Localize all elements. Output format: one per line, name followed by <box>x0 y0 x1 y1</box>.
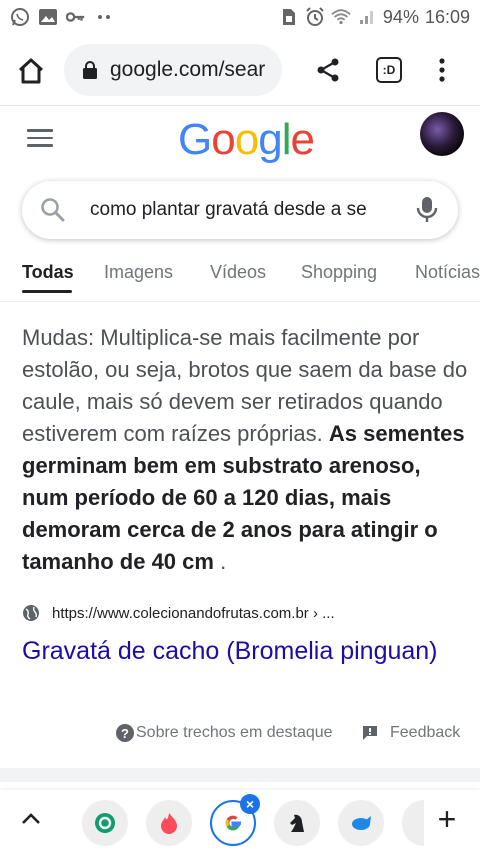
hamburger-menu-icon[interactable] <box>27 129 53 149</box>
new-tab-button[interactable]: + <box>432 803 462 835</box>
signal-icon <box>357 7 377 27</box>
search-box[interactable]: como plantar gravatá desde a se <box>22 181 458 239</box>
whatsapp-icon <box>10 7 30 27</box>
account-avatar[interactable] <box>420 112 464 156</box>
tab-switcher-button[interactable]: :D <box>371 52 407 88</box>
tab-chess[interactable] <box>274 800 320 846</box>
snippet-tail: . <box>220 549 227 574</box>
battery-level: 94% <box>382 6 419 27</box>
result-title-link[interactable]: Gravatá de cacho (Bromelia pinguan) <box>22 634 442 668</box>
url-text: google.com/sear <box>110 58 266 81</box>
more-dots-icon <box>94 7 114 27</box>
section-divider <box>0 768 480 782</box>
logo-letter: o <box>211 115 236 164</box>
browser-toolbar: google.com/sear :D <box>0 34 480 106</box>
help-icon: ? <box>116 724 134 742</box>
browser-menu-button[interactable] <box>424 52 460 88</box>
kebab-menu-icon <box>439 58 445 82</box>
sim-icon <box>279 7 299 27</box>
logo-letter: G <box>178 115 212 164</box>
tab-strip: × + <box>0 790 480 854</box>
logo-letter: e <box>290 115 315 164</box>
feedback-button[interactable]: Feedback <box>362 724 460 742</box>
search-input[interactable]: como plantar gravatá desde a se <box>90 199 390 221</box>
tab-partial[interactable] <box>402 800 424 846</box>
chess-knight-icon <box>290 814 304 832</box>
snippet-meta-row: ? Sobre trechos em destaque Feedback <box>0 724 480 748</box>
status-time: 16:09 <box>424 6 470 27</box>
green-app-icon <box>95 813 115 833</box>
key-icon <box>66 7 86 27</box>
search-tabs: Todas Imagens Vídeos Shopping Notícias <box>0 248 480 302</box>
flame-icon <box>161 813 177 834</box>
logo-letter: g <box>258 115 283 164</box>
globe-icon <box>22 604 40 622</box>
tab-noticias[interactable]: Notícias <box>415 262 480 283</box>
address-bar[interactable]: google.com/sear <box>64 44 282 96</box>
logo-letter: o <box>234 115 260 164</box>
tab-shopping[interactable]: Shopping <box>301 262 377 283</box>
wifi-icon <box>331 7 351 27</box>
gallery-icon <box>38 7 58 27</box>
tab-tinder[interactable] <box>146 800 192 846</box>
home-button[interactable] <box>14 54 48 88</box>
home-icon <box>18 58 44 84</box>
featured-snippet-text: Mudas: Multiplica-se mais facilmente por… <box>22 322 468 578</box>
tab-green[interactable] <box>82 800 128 846</box>
about-snippets-link[interactable]: ? Sobre trechos em destaque <box>116 724 333 742</box>
about-snippets-label: Sobre trechos em destaque <box>136 724 333 741</box>
alarm-icon <box>305 7 325 27</box>
feedback-icon <box>362 725 378 741</box>
search-icon <box>40 197 66 223</box>
google-header: Google <box>0 107 480 173</box>
share-icon <box>317 58 339 82</box>
active-tab-indicator <box>22 290 72 293</box>
source-row[interactable]: https://www.colecionandofrutas.com.br › … <box>22 604 335 622</box>
feedback-label: Feedback <box>390 724 461 741</box>
tab-todas[interactable]: Todas <box>22 262 74 283</box>
tab-blue[interactable] <box>338 800 384 846</box>
tab-switcher-icon: :D <box>376 57 402 83</box>
tab-switcher-label: :D <box>382 63 396 77</box>
source-url: https://www.colecionandofrutas.com.br › … <box>52 604 335 622</box>
lock-icon <box>82 61 98 79</box>
status-bar: 94% 16:09 <box>0 0 480 34</box>
tab-imagens[interactable]: Imagens <box>104 262 173 283</box>
share-button[interactable] <box>310 52 346 88</box>
google-logo[interactable]: Google <box>178 115 315 165</box>
google-g-icon <box>225 815 241 831</box>
chevron-up-icon[interactable] <box>20 812 42 826</box>
blue-app-icon <box>352 816 371 830</box>
close-tab-icon[interactable]: × <box>240 794 260 814</box>
tab-videos[interactable]: Vídeos <box>210 262 266 283</box>
microphone-icon[interactable] <box>416 196 438 224</box>
